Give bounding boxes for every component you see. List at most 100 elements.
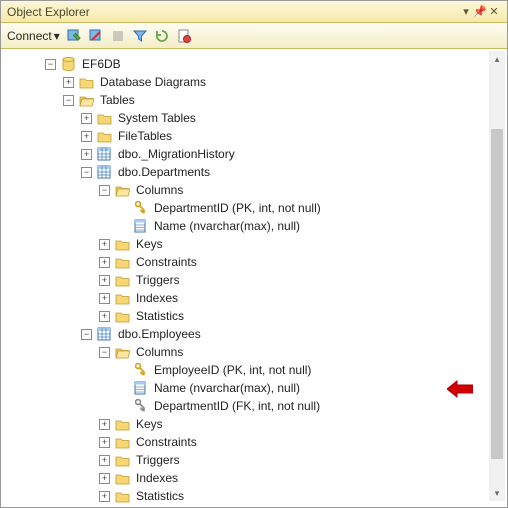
script-icon[interactable] bbox=[176, 28, 192, 44]
node-label: Indexes bbox=[134, 469, 180, 487]
tables-node[interactable]: − Tables bbox=[9, 91, 507, 109]
node-label: dbo.Departments bbox=[116, 163, 212, 181]
annotation-arrow-icon bbox=[447, 380, 473, 401]
expand-icon[interactable]: + bbox=[99, 473, 110, 484]
node-label: Columns bbox=[134, 343, 185, 361]
folder-icon bbox=[114, 236, 130, 252]
diagrams-node[interactable]: + Database Diagrams bbox=[9, 73, 507, 91]
close-icon[interactable]: ✕ bbox=[487, 5, 501, 18]
keys-node[interactable]: + Keys bbox=[9, 235, 507, 253]
expand-icon[interactable]: + bbox=[99, 275, 110, 286]
node-label: System Tables bbox=[116, 109, 198, 127]
node-label: Keys bbox=[134, 415, 165, 433]
db-label: EF6DB bbox=[80, 55, 123, 73]
filter-icon[interactable] bbox=[132, 28, 148, 44]
refresh-icon[interactable] bbox=[154, 28, 170, 44]
folder-icon bbox=[114, 434, 130, 450]
node-label: Triggers bbox=[134, 451, 182, 469]
toolbar: Connect ▾ bbox=[1, 23, 507, 49]
database-icon bbox=[60, 56, 76, 72]
connect-object-explorer-icon[interactable] bbox=[66, 28, 82, 44]
folder-open-icon bbox=[114, 344, 130, 360]
expand-icon[interactable]: + bbox=[81, 149, 92, 160]
scrollbar[interactable]: ▴ ▾ bbox=[489, 51, 505, 501]
statistics-node-emp[interactable]: + Statistics bbox=[9, 487, 507, 505]
db-node[interactable]: − EF6DB bbox=[9, 55, 507, 73]
tree-view: − EF6DB + Database Diagrams − Tables + S… bbox=[1, 49, 507, 507]
folder-open-icon bbox=[78, 92, 94, 108]
pin-icon[interactable]: 📌 bbox=[473, 5, 487, 18]
folder-icon bbox=[114, 290, 130, 306]
constraints-node[interactable]: + Constraints bbox=[9, 253, 507, 271]
collapse-icon[interactable]: − bbox=[99, 185, 110, 196]
expand-icon[interactable]: + bbox=[81, 131, 92, 142]
employees-table-node[interactable]: − dbo.Employees bbox=[9, 325, 507, 343]
node-label: Constraints bbox=[134, 253, 199, 271]
node-label: Statistics bbox=[134, 307, 186, 325]
folder-icon bbox=[114, 272, 130, 288]
folder-open-icon bbox=[114, 182, 130, 198]
node-label: dbo.Employees bbox=[116, 325, 203, 343]
indexes-node-emp[interactable]: + Indexes bbox=[9, 469, 507, 487]
triggers-node[interactable]: + Triggers bbox=[9, 271, 507, 289]
expand-icon[interactable]: + bbox=[99, 455, 110, 466]
columns-node-emp[interactable]: − Columns bbox=[9, 343, 507, 361]
column-departmentid[interactable]: DepartmentID (PK, int, not null) bbox=[9, 199, 507, 217]
window-title: Object Explorer bbox=[7, 5, 459, 19]
folder-icon bbox=[78, 74, 94, 90]
keys-node-emp[interactable]: + Keys bbox=[9, 415, 507, 433]
node-label: Keys bbox=[134, 235, 165, 253]
scroll-up-icon[interactable]: ▴ bbox=[489, 51, 505, 67]
column-emp-departmentid[interactable]: DepartmentID (FK, int, not null) bbox=[9, 397, 507, 415]
column-name[interactable]: Name (nvarchar(max), null) bbox=[9, 217, 507, 235]
folder-icon bbox=[114, 488, 130, 504]
primary-key-icon bbox=[132, 362, 148, 378]
primary-key-icon bbox=[132, 200, 148, 216]
expand-icon[interactable]: + bbox=[99, 293, 110, 304]
collapse-icon[interactable]: − bbox=[45, 59, 56, 70]
node-label: dbo._MigrationHistory bbox=[116, 145, 237, 163]
scroll-thumb[interactable] bbox=[491, 129, 503, 459]
expand-icon[interactable]: + bbox=[99, 239, 110, 250]
collapse-icon[interactable]: − bbox=[81, 167, 92, 178]
folder-icon bbox=[96, 128, 112, 144]
collapse-icon[interactable]: − bbox=[63, 95, 74, 106]
chevron-down-icon: ▾ bbox=[54, 29, 60, 43]
folder-icon bbox=[114, 452, 130, 468]
expand-icon[interactable]: + bbox=[81, 113, 92, 124]
expand-icon[interactable]: + bbox=[99, 437, 110, 448]
triggers-node-emp[interactable]: + Triggers bbox=[9, 451, 507, 469]
table-icon bbox=[96, 326, 112, 342]
system-tables-node[interactable]: + System Tables bbox=[9, 109, 507, 127]
migration-table-node[interactable]: + dbo._MigrationHistory bbox=[9, 145, 507, 163]
folder-icon bbox=[114, 416, 130, 432]
dropdown-icon[interactable]: ▾ bbox=[459, 5, 473, 18]
expand-icon[interactable]: + bbox=[99, 257, 110, 268]
connect-button[interactable]: Connect ▾ bbox=[7, 29, 60, 43]
expand-icon[interactable]: + bbox=[99, 491, 110, 502]
expand-icon[interactable]: + bbox=[63, 77, 74, 88]
expand-icon[interactable]: + bbox=[99, 419, 110, 430]
connect-label: Connect bbox=[7, 29, 52, 43]
constraints-node-emp[interactable]: + Constraints bbox=[9, 433, 507, 451]
table-icon bbox=[96, 164, 112, 180]
table-icon bbox=[96, 146, 112, 162]
column-emp-name[interactable]: Name (nvarchar(max), null) bbox=[9, 379, 507, 397]
file-tables-node[interactable]: + FileTables bbox=[9, 127, 507, 145]
expand-icon[interactable]: + bbox=[99, 311, 110, 322]
collapse-icon[interactable]: − bbox=[99, 347, 110, 358]
node-label: Tables bbox=[98, 91, 137, 109]
indexes-node[interactable]: + Indexes bbox=[9, 289, 507, 307]
scroll-down-icon[interactable]: ▾ bbox=[489, 485, 505, 501]
node-label: Database Diagrams bbox=[98, 73, 208, 91]
column-icon bbox=[132, 380, 148, 396]
collapse-icon[interactable]: − bbox=[81, 329, 92, 340]
departments-table-node[interactable]: − dbo.Departments bbox=[9, 163, 507, 181]
column-label: DepartmentID (PK, int, not null) bbox=[152, 199, 323, 217]
disconnect-icon[interactable] bbox=[88, 28, 104, 44]
foreign-key-icon bbox=[132, 398, 148, 414]
column-employeeid[interactable]: EmployeeID (PK, int, not null) bbox=[9, 361, 507, 379]
columns-node[interactable]: − Columns bbox=[9, 181, 507, 199]
statistics-node[interactable]: + Statistics bbox=[9, 307, 507, 325]
folder-icon bbox=[114, 308, 130, 324]
